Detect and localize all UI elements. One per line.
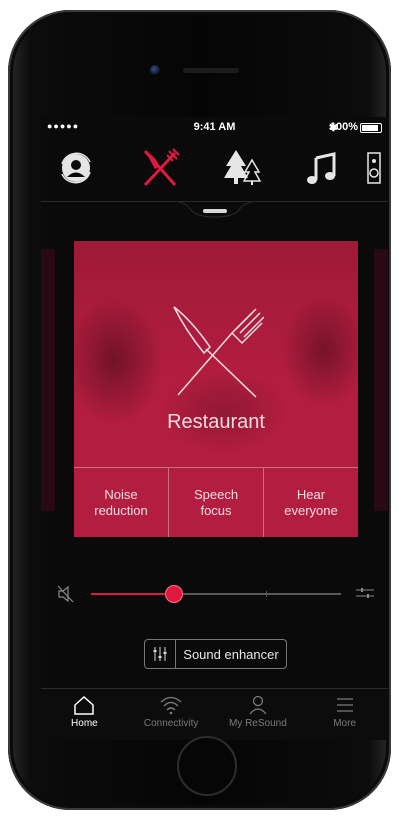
trees-icon — [224, 150, 262, 185]
mode-hear-everyone[interactable]: Hear everyone — [264, 468, 358, 537]
mode-label: Speech focus — [193, 487, 239, 518]
program-all-around[interactable] — [53, 145, 99, 191]
mute-icon[interactable] — [57, 585, 75, 603]
tab-my-resound[interactable]: My ReSound — [215, 689, 302, 740]
earpiece-speaker — [183, 68, 239, 73]
next-program-card[interactable] — [374, 249, 388, 511]
equalizer-icon[interactable] — [356, 586, 374, 600]
home-button[interactable] — [177, 736, 237, 796]
menu-icon — [336, 698, 353, 712]
program-restaurant[interactable] — [137, 145, 183, 191]
sound-enhancer-label: Sound enhancer — [183, 646, 279, 662]
prev-program-card[interactable] — [41, 249, 55, 511]
program-title: Restaurant — [167, 411, 265, 433]
program-speaker[interactable] — [367, 145, 388, 191]
front-camera — [150, 65, 160, 75]
mode-selector: Noise reduction Speech focus Hear everyo… — [74, 467, 358, 537]
mode-speech-focus[interactable]: Speech focus — [169, 468, 264, 537]
program-card: Restaurant Noise reduction Speech focus … — [74, 241, 358, 537]
music-note-icon — [307, 152, 336, 184]
tab-label: Home — [71, 718, 98, 729]
tab-connectivity[interactable]: Connectivity — [128, 689, 215, 740]
tab-label: My ReSound — [228, 718, 287, 729]
mode-label: Hear everyone — [284, 487, 338, 518]
phone-frame: ●●●●● 9:41 AM ✱ 100% Restaurant Noise re… — [8, 10, 391, 810]
tab-home[interactable]: Home — [41, 689, 128, 740]
volume-control — [41, 581, 388, 607]
volume-knob[interactable] — [164, 585, 183, 603]
tab-more[interactable]: More — [301, 689, 388, 740]
battery-icon — [360, 123, 382, 133]
volume-tick — [266, 591, 267, 597]
sliders-icon — [145, 640, 176, 668]
mode-noise-reduction[interactable]: Noise reduction — [74, 468, 169, 537]
volume-fill — [91, 593, 174, 595]
tab-bar: Home Connectivity My ReSound More — [41, 688, 388, 740]
program-outdoor[interactable] — [219, 145, 265, 191]
battery-percent: 100% — [329, 121, 358, 133]
sound-enhancer-button[interactable]: Sound enhancer — [144, 639, 287, 669]
status-bar: ●●●●● 9:41 AM ✱ 100% — [41, 117, 388, 139]
tab-label: More — [333, 718, 357, 729]
restaurant-knife-fork-icon — [173, 306, 264, 398]
knife-fork-icon — [143, 148, 180, 187]
screen: ●●●●● 9:41 AM ✱ 100% Restaurant Noise re… — [41, 117, 388, 740]
program-selector — [41, 139, 388, 201]
program-music[interactable] — [299, 145, 345, 191]
mode-label: Noise reduction — [94, 487, 148, 518]
wifi-icon — [160, 696, 182, 715]
tab-label: Connectivity — [143, 718, 199, 729]
speaker-icon — [367, 152, 381, 184]
home-icon — [74, 695, 95, 715]
panel-handle[interactable] — [203, 209, 227, 213]
person-refresh-icon — [61, 152, 91, 184]
person-icon — [249, 695, 267, 715]
volume-slider[interactable] — [91, 591, 341, 597]
